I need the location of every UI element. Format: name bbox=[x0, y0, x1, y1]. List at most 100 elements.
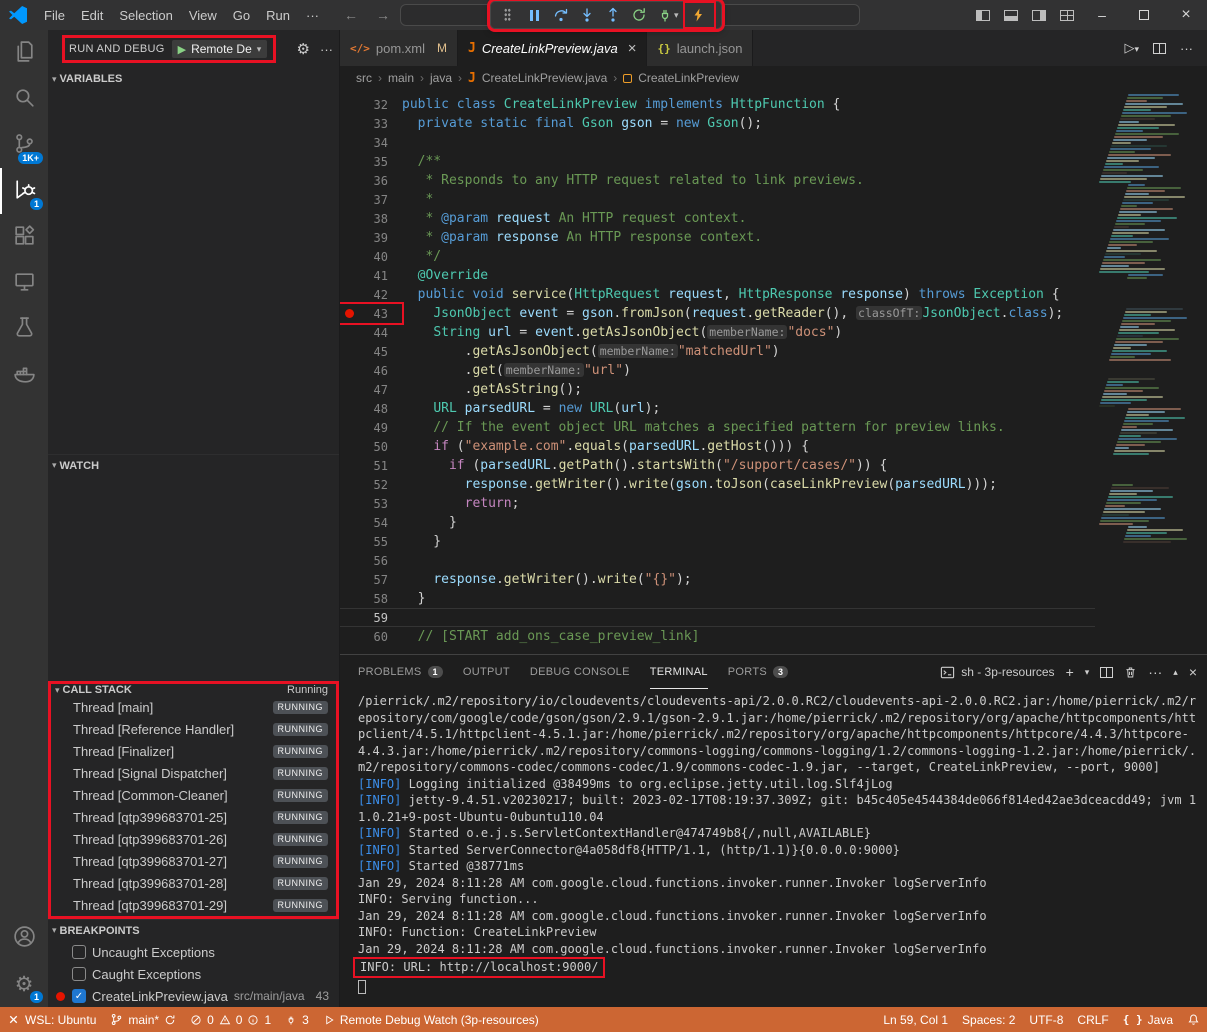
activity-account[interactable] bbox=[0, 915, 48, 961]
code-line[interactable]: 47 .getAsString(); bbox=[340, 380, 1095, 399]
breakpoint-row[interactable]: ✓CreateLinkPreview.javasrc/main/java43 bbox=[48, 985, 339, 1007]
line-number-gutter[interactable]: 48 bbox=[340, 399, 402, 418]
restart-icon[interactable] bbox=[626, 4, 651, 26]
breadcrumb-item[interactable]: main bbox=[388, 71, 414, 85]
menu-item-selection[interactable]: Selection bbox=[111, 8, 180, 23]
watch-section-header[interactable]: ▾ WATCH bbox=[48, 454, 339, 476]
code-line[interactable]: 37 * bbox=[340, 190, 1095, 209]
start-debug-icon[interactable]: ▶ bbox=[178, 43, 186, 56]
terminal-profile-dropdown-icon[interactable]: ▾ bbox=[1085, 667, 1090, 678]
breakpoint-dot[interactable] bbox=[345, 309, 354, 318]
code-editor[interactable]: 32public class CreateLinkPreview impleme… bbox=[340, 90, 1207, 654]
back-arrow-icon[interactable]: ← bbox=[344, 7, 358, 23]
step-out-icon[interactable] bbox=[600, 4, 625, 26]
step-over-icon[interactable] bbox=[548, 4, 573, 26]
panel-tab-problems[interactable]: PROBLEMS1 bbox=[358, 655, 443, 689]
line-number-gutter[interactable]: 43 bbox=[340, 304, 402, 323]
split-editor-icon[interactable] bbox=[1153, 43, 1166, 54]
menu-item-run[interactable]: Run bbox=[258, 8, 298, 23]
run-icon[interactable]: ▷▾ bbox=[1124, 40, 1139, 56]
code-line[interactable]: 32public class CreateLinkPreview impleme… bbox=[340, 95, 1095, 114]
code-lines[interactable]: 32public class CreateLinkPreview impleme… bbox=[340, 90, 1095, 646]
eol-sequence[interactable]: CRLF bbox=[1070, 1007, 1115, 1032]
activity-explorer[interactable] bbox=[0, 30, 48, 76]
split-terminal-icon[interactable] bbox=[1100, 667, 1113, 678]
cursor-position[interactable]: Ln 59, Col 1 bbox=[876, 1007, 955, 1032]
close-panel-icon[interactable]: × bbox=[1189, 664, 1197, 680]
code-line[interactable]: 45 .getAsJsonObject(memberName:"matchedU… bbox=[340, 342, 1095, 361]
line-number-gutter[interactable]: 38 bbox=[340, 209, 402, 228]
activity-testing[interactable] bbox=[0, 306, 48, 352]
gear-icon[interactable]: ⚙ bbox=[297, 40, 310, 58]
code-line[interactable]: 55 } bbox=[340, 532, 1095, 551]
variables-section-header[interactable]: ▾ VARIABLES bbox=[48, 68, 339, 90]
breakpoint-row[interactable]: Caught Exceptions bbox=[48, 963, 339, 985]
menu-item-edit[interactable]: Edit bbox=[73, 8, 111, 23]
activity-search[interactable] bbox=[0, 76, 48, 122]
panel-tab-debug-console[interactable]: DEBUG CONSOLE bbox=[530, 655, 630, 689]
new-terminal-icon[interactable]: + bbox=[1066, 664, 1074, 680]
code-line[interactable]: 53 return; bbox=[340, 494, 1095, 513]
code-line[interactable]: 59 bbox=[340, 608, 1095, 627]
code-line[interactable]: 46 .get(memberName:"url") bbox=[340, 361, 1095, 380]
code-line[interactable]: 38 * @param request An HTTP request cont… bbox=[340, 209, 1095, 228]
code-line[interactable]: 57 response.getWriter().write("{}"); bbox=[340, 570, 1095, 589]
customize-layout-icon[interactable] bbox=[1053, 0, 1081, 30]
panel-tab-ports[interactable]: PORTS3 bbox=[728, 655, 789, 689]
language-mode[interactable]: { } Java bbox=[1116, 1007, 1180, 1032]
code-line[interactable]: 44 String url = event.getAsJsonObject(me… bbox=[340, 323, 1095, 342]
code-line[interactable]: 52 response.getWriter().write(gson.toJso… bbox=[340, 475, 1095, 494]
chevron-down-icon[interactable]: ▾ bbox=[674, 10, 679, 21]
line-number-gutter[interactable]: 52 bbox=[340, 475, 402, 494]
breakpoint-checkbox[interactable] bbox=[72, 945, 86, 959]
line-number-gutter[interactable]: 56 bbox=[340, 551, 402, 570]
kill-terminal-icon[interactable] bbox=[1124, 666, 1137, 679]
call-stack-section-header[interactable]: ▾ CALL STACK Running bbox=[51, 684, 336, 696]
problems-indicator[interactable]: 0 0 1 bbox=[183, 1007, 278, 1032]
maximize-panel-icon[interactable]: ▴ bbox=[1173, 667, 1178, 678]
line-number-gutter[interactable]: 42 bbox=[340, 285, 402, 304]
task-indicator[interactable]: Remote Debug Watch (3p-resources) bbox=[316, 1007, 546, 1032]
menu-item-go[interactable]: Go bbox=[225, 8, 258, 23]
activity-docker[interactable] bbox=[0, 352, 48, 398]
menu-item-view[interactable]: View bbox=[181, 8, 225, 23]
encoding[interactable]: UTF-8 bbox=[1022, 1007, 1070, 1032]
code-line[interactable]: 40 */ bbox=[340, 247, 1095, 266]
git-branch-indicator[interactable]: main* bbox=[103, 1007, 183, 1032]
line-number-gutter[interactable]: 57 bbox=[340, 570, 402, 589]
line-number-gutter[interactable]: 39 bbox=[340, 228, 402, 247]
call-stack-thread[interactable]: Thread [qtp399683701-28]RUNNING bbox=[51, 872, 336, 894]
call-stack-thread[interactable]: Thread [qtp399683701-25]RUNNING bbox=[51, 806, 336, 828]
hot-code-replace-icon[interactable] bbox=[687, 4, 712, 26]
close-tab-icon[interactable]: × bbox=[628, 40, 637, 57]
line-number-gutter[interactable]: 58 bbox=[340, 589, 402, 608]
call-stack-thread[interactable]: Thread [qtp399683701-29]RUNNING bbox=[51, 894, 336, 916]
tab-createlinkpreview-java[interactable]: J CreateLinkPreview.java × bbox=[458, 30, 647, 66]
line-number-gutter[interactable]: 36 bbox=[340, 171, 402, 190]
line-number-gutter[interactable]: 35 bbox=[340, 152, 402, 171]
step-into-icon[interactable] bbox=[574, 4, 599, 26]
more-actions-icon[interactable]: ··· bbox=[320, 42, 333, 57]
line-number-gutter[interactable]: 34 bbox=[340, 133, 402, 152]
code-line[interactable]: 49 // If the event object URL matches a … bbox=[340, 418, 1095, 437]
code-line[interactable]: 48 URL parsedURL = new URL(url); bbox=[340, 399, 1095, 418]
line-number-gutter[interactable]: 40 bbox=[340, 247, 402, 266]
line-number-gutter[interactable]: 33 bbox=[340, 114, 402, 133]
menu-item-[interactable]: ··· bbox=[298, 8, 327, 23]
call-stack-thread[interactable]: Thread [Common-Cleaner]RUNNING bbox=[51, 784, 336, 806]
pause-icon[interactable] bbox=[522, 4, 547, 26]
code-line[interactable]: 43 JsonObject event = gson.fromJson(requ… bbox=[340, 304, 1095, 323]
terminal-output[interactable]: /pierrick/.m2/repository/io/cloudevents/… bbox=[340, 689, 1207, 1007]
more-actions-icon[interactable]: ··· bbox=[1180, 41, 1193, 56]
line-number-gutter[interactable]: 45 bbox=[340, 342, 402, 361]
panel-tab-terminal[interactable]: TERMINAL bbox=[650, 655, 708, 689]
line-number-gutter[interactable]: 49 bbox=[340, 418, 402, 437]
line-number-gutter[interactable]: 51 bbox=[340, 456, 402, 475]
breadcrumb-item[interactable]: CreateLinkPreview bbox=[638, 71, 739, 85]
activity-source-control[interactable]: 1K+ bbox=[0, 122, 48, 168]
line-number-gutter[interactable]: 44 bbox=[340, 323, 402, 342]
code-line[interactable]: 54 } bbox=[340, 513, 1095, 532]
line-number-gutter[interactable]: 41 bbox=[340, 266, 402, 285]
code-line[interactable]: 39 * @param response An HTTP response co… bbox=[340, 228, 1095, 247]
forward-arrow-icon[interactable]: → bbox=[376, 7, 390, 23]
